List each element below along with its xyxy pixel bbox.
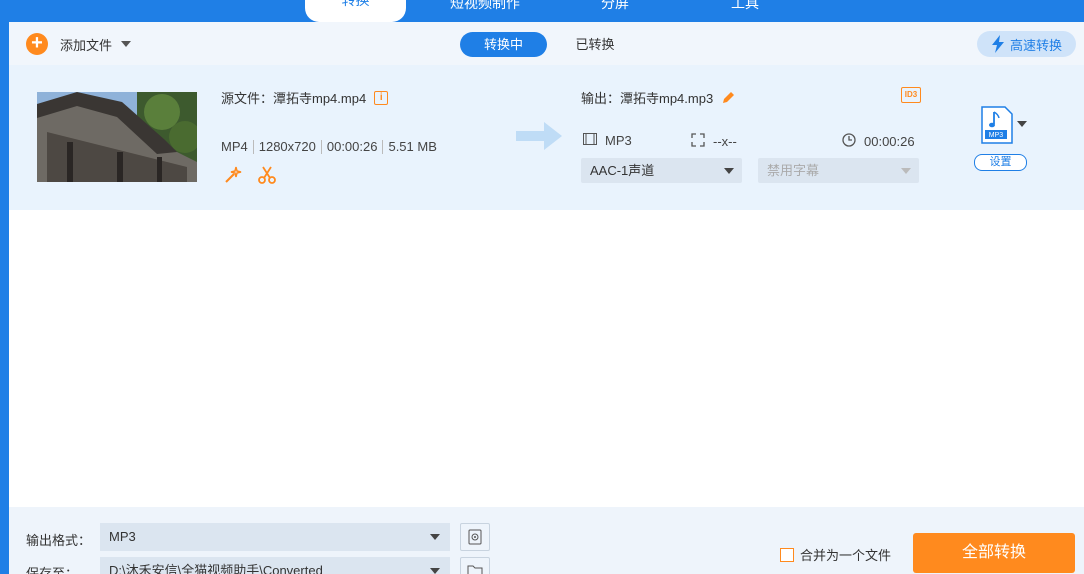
output-format: MP3 xyxy=(583,133,632,148)
open-folder-button[interactable] xyxy=(460,557,490,574)
source-file-label: 源文件：潭拓寺mp4.mp4 xyxy=(221,91,367,106)
save-path-value: D:\沐禾安信\全猫视频助手\Converted xyxy=(109,563,323,574)
format-settings-button[interactable] xyxy=(460,523,490,551)
source-file-name: 源文件：潭拓寺mp4.mp4 i xyxy=(221,88,389,107)
chevron-down-icon xyxy=(901,168,911,174)
output-format-label: 输出格式： xyxy=(26,533,92,548)
save-to-label: 保存至： xyxy=(26,566,79,574)
output-file-label: 输出：潭拓寺mp4.mp3 xyxy=(581,91,714,106)
divider xyxy=(382,140,384,154)
output-file-name: 输出：潭拓寺mp4.mp3 xyxy=(581,88,735,107)
output-format-select-value: MP3 xyxy=(109,529,136,544)
folder-icon xyxy=(467,565,483,574)
id3-tag-icon[interactable]: ID3 xyxy=(901,87,921,103)
settings-button[interactable]: 设置 xyxy=(974,154,1027,171)
merge-checkbox[interactable]: 合并为一个文件 xyxy=(780,545,891,564)
add-file-label: 添加文件 xyxy=(60,37,113,53)
divider xyxy=(252,140,254,154)
save-path-select[interactable]: D:\沐禾安信\全猫视频助手\Converted xyxy=(100,557,450,574)
output-resolution-value: --x-- xyxy=(713,134,737,149)
output-format-value: MP3 xyxy=(605,133,632,148)
checkbox-icon xyxy=(780,547,794,562)
arrow-right-icon xyxy=(516,122,562,150)
app-window: 转换 短视频制作 分屏 工具 + 添加文件 转换中 已转换 高速转换 源文件：潭… xyxy=(0,0,1084,574)
src-size: 5.51 MB xyxy=(388,139,437,154)
plus-icon: + xyxy=(26,33,48,55)
chevron-down-icon[interactable] xyxy=(1017,121,1027,127)
add-file-button[interactable]: + 添加文件 xyxy=(26,33,132,55)
toolbar: + 添加文件 转换中 已转换 高速转换 xyxy=(9,22,1084,66)
src-resolution: 1280x720 xyxy=(258,139,316,154)
tab-convert[interactable]: 转换 xyxy=(305,0,406,22)
src-format: MP4 xyxy=(221,139,248,154)
chevron-down-icon xyxy=(430,534,440,540)
info-icon[interactable]: i xyxy=(374,90,389,105)
gear-icon xyxy=(468,529,482,545)
tab-converting[interactable]: 转换中 xyxy=(460,32,547,57)
main-panel: + 添加文件 转换中 已转换 高速转换 源文件：潭拓寺mp4.mp4 i MP4… xyxy=(9,22,1084,574)
tab-converted[interactable]: 已转换 xyxy=(565,32,625,57)
lightning-icon xyxy=(991,35,1004,53)
chevron-down-icon xyxy=(430,568,440,574)
merge-label: 合并为一个文件 xyxy=(800,548,892,563)
edit-tools xyxy=(223,165,277,185)
convert-all-button[interactable]: 全部转换 xyxy=(913,533,1075,573)
output-duration: 00:00:26 xyxy=(842,133,915,150)
source-meta: MP4 1280x720 00:00:26 5.51 MB xyxy=(221,139,437,154)
fast-convert-button[interactable]: 高速转换 xyxy=(977,31,1076,57)
fast-convert-label: 高速转换 xyxy=(1009,37,1062,53)
audio-track-value: AAC-1声道 xyxy=(590,163,655,178)
scissors-icon[interactable] xyxy=(257,165,277,185)
output-duration-value: 00:00:26 xyxy=(864,134,915,149)
expand-icon xyxy=(691,133,705,150)
clock-icon xyxy=(842,133,856,150)
chevron-down-icon[interactable] xyxy=(121,41,132,47)
tab-split-screen[interactable]: 分屏 xyxy=(592,0,638,14)
divider xyxy=(320,140,322,154)
src-duration: 00:00:26 xyxy=(326,139,378,154)
bottom-bar: 输出格式： MP3 保存至： D:\沐禾安信\全猫视频助手\Converted xyxy=(9,507,1084,574)
mp3-icon-text: MP3 xyxy=(989,132,1004,139)
tab-short-video[interactable]: 短视频制作 xyxy=(447,0,523,14)
film-icon xyxy=(583,133,597,148)
magic-wand-icon[interactable] xyxy=(223,165,243,185)
output-format-select[interactable]: MP3 xyxy=(100,523,450,551)
file-list-area xyxy=(9,210,1084,507)
tab-tools[interactable]: 工具 xyxy=(722,0,768,14)
chevron-down-icon xyxy=(724,168,734,174)
file-row: 源文件：潭拓寺mp4.mp4 i MP4 1280x720 00:00:26 5… xyxy=(9,65,1084,210)
top-tabs: 转换 短视频制作 分屏 工具 xyxy=(0,0,1084,22)
subtitle-select: 禁用字幕 xyxy=(758,158,919,183)
pencil-icon[interactable] xyxy=(721,91,735,105)
mp3-file-icon[interactable]: MP3 xyxy=(981,106,1013,144)
video-thumbnail[interactable] xyxy=(37,92,197,182)
audio-track-select[interactable]: AAC-1声道 xyxy=(581,158,742,183)
subtitle-value: 禁用字幕 xyxy=(767,163,820,178)
output-resolution: --x-- xyxy=(691,133,737,150)
